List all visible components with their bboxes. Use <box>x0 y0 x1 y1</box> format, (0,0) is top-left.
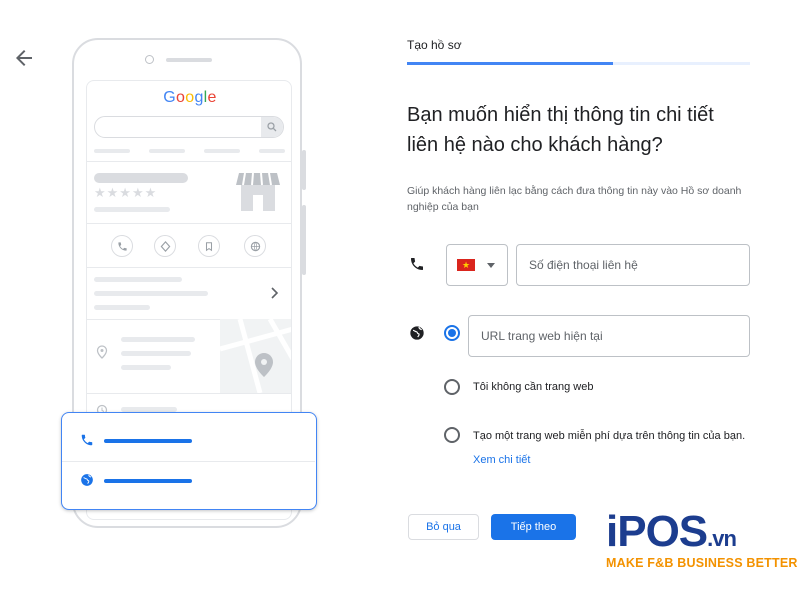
vietnam-flag-icon: ★ <box>457 259 475 271</box>
step-label: Tạo hồ sơ <box>407 38 462 52</box>
ipos-tagline: MAKE F&B BUSINESS BETTER <box>606 556 798 570</box>
learn-more-link[interactable]: Xem chi tiết <box>473 454 530 466</box>
mockup-title-bar <box>94 173 188 183</box>
website-option-radio-none[interactable] <box>444 379 460 395</box>
mockup-text-bar <box>94 277 182 282</box>
mockup-website-icon <box>244 235 266 257</box>
phone-icon <box>80 433 94 452</box>
phone-camera <box>145 55 154 64</box>
mockup-tab <box>259 149 285 153</box>
mockup-text-bar <box>121 351 191 356</box>
page-title: Bạn muốn hiển thị thông tin chi tiết liê… <box>407 100 767 160</box>
ipos-logo-wordmark: iPOS.vn <box>606 510 786 561</box>
mockup-text-bar <box>121 337 195 342</box>
country-code-select[interactable]: ★ <box>446 244 508 286</box>
phone-side-button <box>302 205 306 275</box>
phone-input[interactable]: Số điện thoại liên hệ <box>516 244 750 286</box>
progress-bar-fill <box>407 62 613 65</box>
location-pin-icon <box>96 345 108 364</box>
mockup-text-bar <box>94 207 170 212</box>
mockup-rating-stars: ★★★★★ <box>94 185 158 200</box>
website-option-radio-free[interactable] <box>444 427 460 443</box>
divider <box>87 267 291 268</box>
caret-down-icon <box>487 262 495 268</box>
phone-icon <box>409 256 425 277</box>
mockup-call-icon <box>111 235 133 257</box>
divider <box>87 393 291 394</box>
mockup-map <box>219 317 291 394</box>
mockup-search-icon <box>261 117 283 137</box>
mockup-bookmark-icon <box>198 235 220 257</box>
helper-text: Giúp khách hàng liên lạc bằng cách đưa t… <box>407 185 742 213</box>
mockup-tab <box>94 149 130 153</box>
website-url-placeholder: URL trang web hiện tại <box>481 329 603 343</box>
globe-icon <box>409 325 425 346</box>
mockup-text-bar <box>94 305 150 310</box>
contact-line <box>104 439 192 443</box>
divider <box>87 223 291 224</box>
ipos-logo: iPOS.vn MAKE F&B BUSINESS BETTER <box>606 510 797 580</box>
contact-line <box>104 479 192 483</box>
website-option-label-free[interactable]: Tạo một trang web miễn phí dựa trên thôn… <box>473 430 745 442</box>
storefront-icon <box>235 169 281 220</box>
page-title-line: Bạn muốn hiển thị thông tin chi tiết <box>407 104 714 126</box>
next-button[interactable]: Tiếp theo <box>491 514 576 540</box>
mockup-tab <box>204 149 240 153</box>
divider <box>87 161 291 162</box>
ipos-logo-domain: .vn <box>707 526 737 551</box>
mockup-text-bar <box>121 365 171 370</box>
google-logo: Google <box>163 89 217 106</box>
website-url-input[interactable]: URL trang web hiện tại <box>468 315 750 357</box>
mockup-text-bar <box>94 291 208 296</box>
website-option-radio-existing[interactable] <box>444 325 460 341</box>
globe-icon <box>80 473 94 492</box>
ipos-logo-main: iPOS <box>606 507 708 556</box>
contact-card-illustration <box>61 412 317 510</box>
phone-input-placeholder: Số điện thoại liên hệ <box>529 258 638 272</box>
phone-speaker <box>166 58 212 62</box>
phone-side-button <box>302 150 306 190</box>
divider <box>62 461 315 462</box>
mockup-search-bar <box>94 116 284 138</box>
website-option-label-none[interactable]: Tôi không cần trang web <box>473 381 593 393</box>
page-title-line: liên hệ nào cho khách hàng? <box>407 134 663 156</box>
mockup-directions-icon <box>154 235 176 257</box>
chevron-right-icon <box>269 286 279 304</box>
mockup-tab <box>149 149 185 153</box>
skip-button[interactable]: Bỏ qua <box>408 514 479 540</box>
progress-bar <box>407 62 750 65</box>
back-arrow-icon[interactable] <box>12 46 36 70</box>
